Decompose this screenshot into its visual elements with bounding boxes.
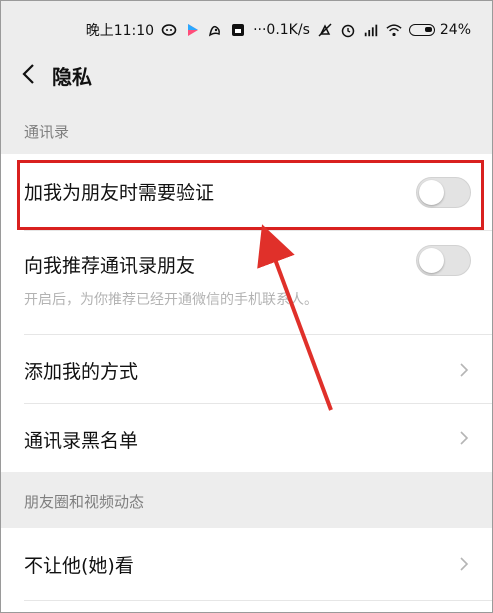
setting-label: 添加我的方式	[24, 361, 139, 383]
status-time: 晚上11:10	[85, 23, 155, 39]
section-header-moments: 朋友圈和视频动态	[0, 472, 493, 524]
friend-verify-toggle[interactable]	[416, 177, 471, 208]
chevron-left-icon[interactable]	[16, 60, 40, 88]
sim-card-icon	[230, 22, 246, 38]
setting-label: 通讯录黑名单	[24, 430, 139, 452]
setting-label: 不让他(她)看	[24, 555, 134, 577]
play-icon	[184, 22, 200, 38]
status-battery: 24%	[439, 22, 471, 38]
chevron-right-icon	[460, 363, 469, 377]
toggle-knob	[419, 248, 444, 273]
nav-bar: 隐私	[0, 46, 493, 102]
section-title: 朋友圈和视频动态	[24, 493, 145, 511]
status-row: 晚上11:10 ···0.1K/s 24%	[86, 20, 471, 40]
signal-icon	[363, 22, 379, 38]
app-icon	[207, 22, 223, 38]
setting-contacts-blacklist[interactable]: 通讯录黑名单	[0, 404, 493, 472]
status-net-speed: ···0.1K/s	[253, 22, 310, 38]
battery-icon	[408, 24, 435, 36]
setting-add-methods[interactable]: 添加我的方式	[0, 335, 493, 404]
section-header-contacts: 通讯录	[0, 102, 493, 154]
section-title: 通讯录	[24, 123, 70, 141]
setting-label: 加我为朋友时需要验证	[24, 182, 215, 204]
toggle-knob	[419, 180, 444, 205]
wifi-icon	[386, 22, 402, 38]
chat-bubble-icon	[161, 22, 177, 38]
alarm-icon	[340, 22, 356, 38]
status-bar: 晚上11:10 ···0.1K/s 24%	[0, 0, 493, 46]
recommend-contacts-toggle[interactable]	[416, 245, 471, 276]
next-cell-partial	[0, 601, 493, 613]
setting-hide-from[interactable]: 不让他(她)看	[0, 528, 493, 601]
setting-label: 向我推荐通讯录朋友	[24, 255, 196, 277]
page-title: 隐私	[52, 65, 92, 89]
setting-recommend-contacts[interactable]: 向我推荐通讯录朋友 开启后，为你推荐已经开通微信的手机联系人。	[0, 231, 493, 335]
chevron-right-icon	[460, 557, 469, 571]
setting-friend-verify[interactable]: 加我为朋友时需要验证	[0, 154, 493, 231]
mute-icon	[317, 22, 333, 38]
setting-subtitle: 开启后，为你推荐已经开通微信的手机联系人。	[24, 292, 318, 308]
chevron-right-icon	[460, 431, 469, 445]
